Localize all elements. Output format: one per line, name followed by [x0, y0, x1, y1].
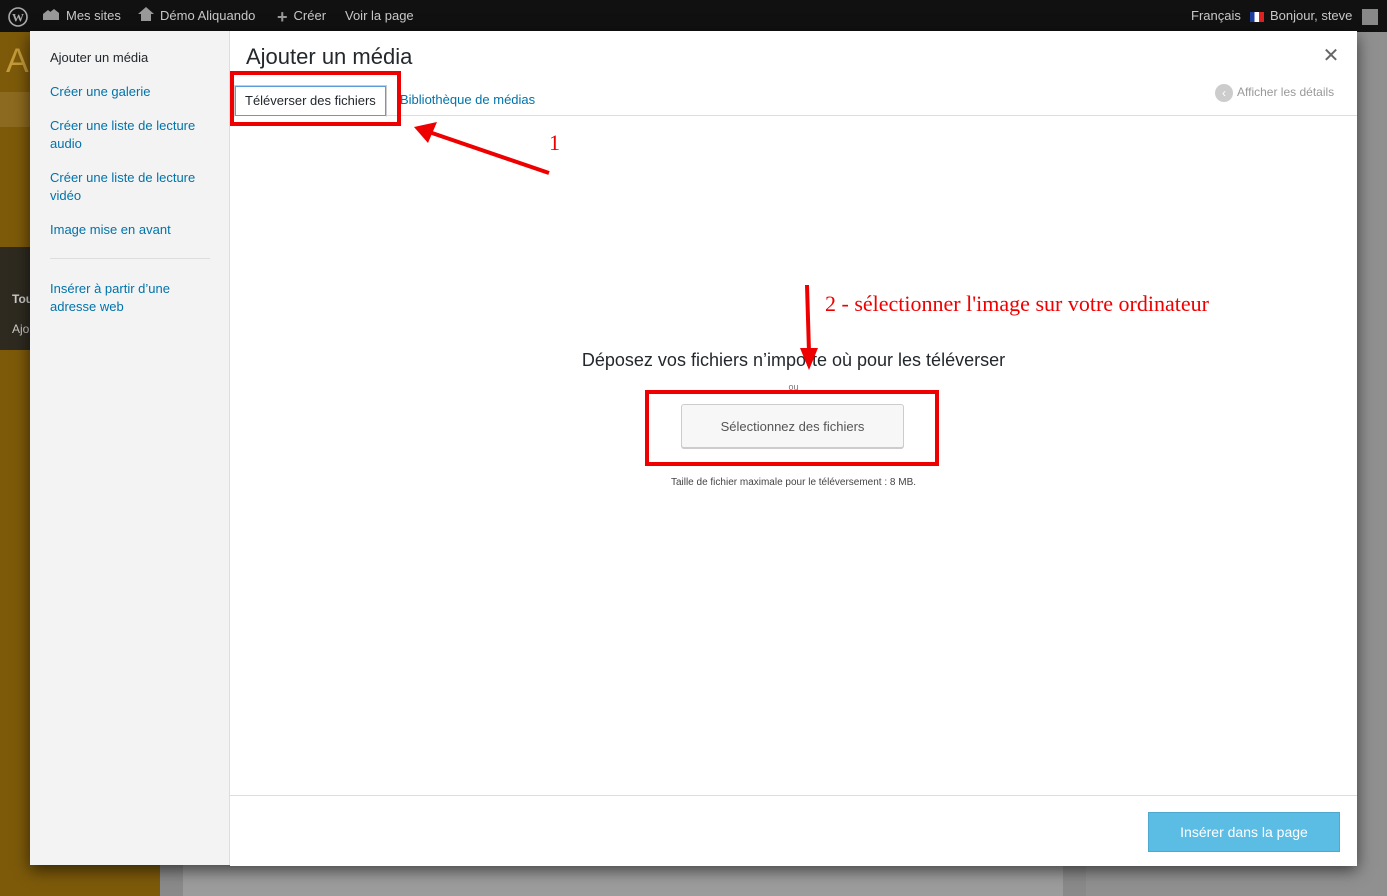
background-logo-fragment: A	[6, 42, 29, 80]
max-upload-size: Taille de fichier maximale pour le télév…	[670, 477, 917, 488]
new-content-menu[interactable]: + Créer	[277, 0, 326, 32]
plus-icon: +	[277, 6, 288, 27]
menu-item-add-media[interactable]: Ajouter un média	[50, 49, 215, 67]
uploader-inline: Déposez vos fichiers n’importe où pour l…	[230, 116, 1357, 795]
home-icon	[138, 1, 154, 33]
show-details-toggle[interactable]: ‹ Afficher les détails	[1215, 82, 1334, 102]
annotation-step-2: 2 - sélectionner l'image sur votre ordin…	[825, 291, 1209, 316]
select-files-button[interactable]: Sélectionnez des fichiers	[681, 404, 904, 448]
avatar	[1362, 8, 1379, 25]
view-page-link[interactable]: Voir la page	[345, 0, 414, 32]
menu-separator	[50, 258, 210, 259]
close-icon[interactable]: ✕	[1320, 45, 1342, 67]
media-router-tabs: Téléverser des fichiers Bibliothèque de …	[230, 79, 1357, 117]
tab-upload-files[interactable]: Téléverser des fichiers	[234, 85, 387, 117]
insert-into-page-button[interactable]: Insérer dans la page	[1148, 812, 1340, 852]
media-frame-menu: Ajouter un média Créer une galerie Créer…	[30, 31, 230, 865]
site-name-menu[interactable]: Démo Aliquando	[138, 0, 255, 32]
wordpress-logo-icon[interactable]: W	[8, 0, 28, 32]
my-sites-icon	[42, 1, 60, 33]
chevron-left-icon: ‹	[1215, 83, 1233, 102]
menu-item-create-video-playlist[interactable]: Créer une liste de lecture vidéo	[50, 169, 215, 205]
background-menu-fragment: Ajo	[12, 322, 30, 336]
media-frame-toolbar: Insérer dans la page	[230, 795, 1357, 866]
svg-text:W: W	[12, 10, 24, 24]
tab-media-library[interactable]: Bibliothèque de médias	[390, 85, 535, 115]
or-separator: ou	[788, 382, 799, 392]
menu-item-create-gallery[interactable]: Créer une galerie	[50, 83, 215, 101]
media-modal: Ajouter un média Créer une galerie Créer…	[30, 31, 1357, 866]
menu-item-create-audio-playlist[interactable]: Créer une liste de lecture audio	[50, 117, 215, 153]
account-menu[interactable]: Bonjour, steve	[1250, 0, 1379, 32]
annotation-step-1: 1	[549, 130, 560, 155]
modal-title: Ajouter un média	[246, 44, 413, 69]
my-sites-menu[interactable]: Mes sites	[42, 0, 121, 32]
menu-item-featured-image[interactable]: Image mise en avant	[50, 221, 215, 239]
drop-instructions: Déposez vos fichiers n’importe où pour l…	[581, 350, 1006, 370]
language-switcher[interactable]: Français	[1191, 0, 1241, 32]
french-flag-icon	[1250, 11, 1264, 22]
menu-item-insert-from-url[interactable]: Insérer à partir d’une adresse web	[50, 280, 215, 316]
admin-bar: W Mes sites Démo Aliquando + Créer Voir l…	[0, 0, 1387, 32]
